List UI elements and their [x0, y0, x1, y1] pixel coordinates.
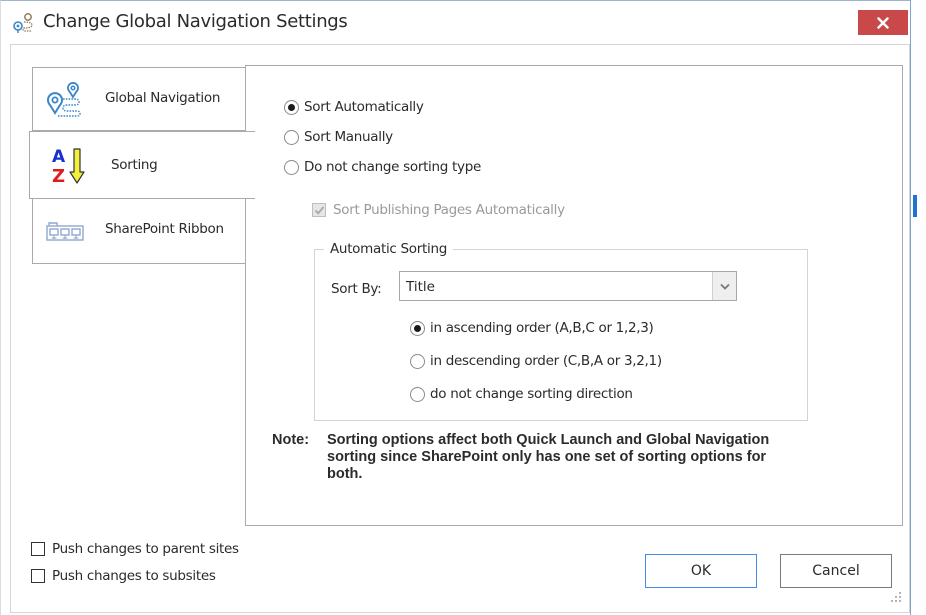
checkbox[interactable]	[312, 203, 326, 217]
sort-by-value: Title	[406, 279, 435, 295]
dialog-window: Change Global Navigation Settings Global…	[0, 0, 910, 615]
radio-descending-order[interactable]: in descending order (C,B,A or 3,2,1)	[410, 353, 662, 369]
radio-label: Sort Manually	[304, 129, 393, 145]
dropdown-button[interactable]	[712, 272, 736, 300]
resize-grip-icon[interactable]	[890, 591, 902, 603]
sort-az-icon: A Z	[51, 146, 91, 187]
checkbox-label: Push changes to parent sites	[52, 541, 239, 557]
tab-label: SharePoint Ribbon	[105, 221, 224, 237]
ok-button[interactable]: OK	[645, 554, 757, 588]
title-bar: Change Global Navigation Settings	[1, 1, 911, 43]
background-accent-mark	[913, 195, 917, 217]
radio-label: in descending order (C,B,A or 3,2,1)	[430, 353, 662, 369]
radio-button[interactable]	[284, 129, 299, 145]
tab-label: Sorting	[111, 157, 158, 173]
tab-sorting[interactable]: A Z Sorting	[29, 131, 255, 199]
radio-label: Do not change sorting type	[304, 159, 481, 175]
note-label: Note:	[272, 432, 310, 448]
radio-button[interactable]	[284, 99, 299, 115]
dialog-client-area: Global Navigation A Z Sorting SharePoint…	[10, 44, 910, 613]
radio-button[interactable]	[410, 353, 425, 369]
map-route-icon	[45, 79, 85, 119]
radio-label: Sort Automatically	[304, 99, 424, 115]
checkbox-label: Push changes to subsites	[52, 568, 216, 584]
close-icon	[877, 16, 889, 29]
radio-do-not-change-sorting-type[interactable]: Do not change sorting type	[284, 159, 481, 175]
svg-text:Z: Z	[52, 166, 65, 186]
close-button[interactable]	[858, 10, 908, 35]
checkbox-push-parent-sites[interactable]: Push changes to parent sites	[31, 541, 239, 557]
radio-label: do not change sorting direction	[430, 386, 633, 402]
svg-text:A: A	[52, 147, 66, 167]
radio-label: in ascending order (A,B,C or 1,2,3)	[430, 320, 654, 336]
checkbox-push-subsites[interactable]: Push changes to subsites	[31, 568, 216, 584]
radio-button[interactable]	[410, 320, 425, 336]
checkbox[interactable]	[31, 542, 45, 556]
tab-sharepoint-ribbon[interactable]: SharePoint Ribbon	[32, 198, 246, 264]
automatic-sorting-group: Automatic Sorting Sort By: Title in asce…	[314, 241, 808, 421]
checkbox-sort-publishing-pages[interactable]: Sort Publishing Pages Automatically	[312, 202, 565, 218]
chevron-down-icon	[719, 283, 730, 290]
radio-sort-manually[interactable]: Sort Manually	[284, 129, 393, 145]
cancel-button[interactable]: Cancel	[780, 554, 892, 588]
background-window-edge	[910, 0, 926, 615]
radio-button[interactable]	[410, 386, 425, 402]
sort-by-label: Sort By:	[331, 281, 382, 297]
ribbon-icon	[45, 212, 85, 252]
group-title: Automatic Sorting	[324, 241, 453, 257]
window-title: Change Global Navigation Settings	[43, 11, 348, 32]
tab-global-navigation[interactable]: Global Navigation	[32, 67, 246, 131]
radio-sort-automatically[interactable]: Sort Automatically	[284, 99, 424, 115]
sort-by-select[interactable]: Title	[399, 271, 737, 301]
global-navigation-icon	[12, 12, 36, 34]
checkmark-icon	[314, 206, 325, 215]
radio-button[interactable]	[284, 159, 299, 175]
tab-label: Global Navigation	[105, 90, 221, 106]
note-text: Sorting options affect both Quick Launch…	[327, 432, 770, 482]
radio-do-not-change-direction[interactable]: do not change sorting direction	[410, 386, 633, 402]
checkbox-label: Sort Publishing Pages Automatically	[333, 202, 565, 218]
sorting-note: Note: Sorting options affect both Quick …	[272, 432, 797, 483]
checkbox[interactable]	[31, 569, 45, 583]
sorting-panel: Sort Automatically Sort Manually Do not …	[245, 65, 903, 526]
radio-ascending-order[interactable]: in ascending order (A,B,C or 1,2,3)	[410, 320, 654, 336]
